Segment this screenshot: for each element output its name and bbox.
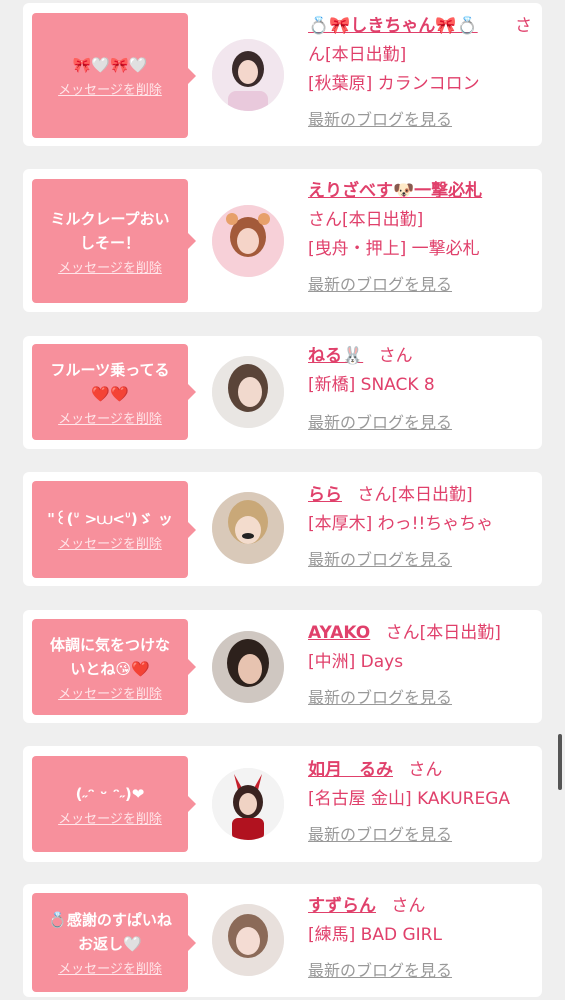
avatar[interactable] <box>212 492 284 564</box>
status-line: さん[本日出勤] <box>308 210 424 230</box>
shop-label: [練馬] BAD GIRL <box>308 925 442 945</box>
message-card: 💍感謝のすぱいね お返し🤍 メッセージを削除 すずらん さん [練馬] BAD … <box>23 884 542 997</box>
delete-message-link[interactable]: メッセージを削除 <box>58 808 162 827</box>
cast-info: えりざべす🐶一撃必札 さん[本日出勤] [曳舟・押上] 一撃必札 最新のブログを… <box>308 177 538 300</box>
cast-name-link[interactable]: らら <box>308 485 342 505</box>
cast-info: 如月 るみ さん [名古屋 金山] KAKUREGA 最新のブログを見る <box>308 756 538 850</box>
cast-name-link[interactable]: AYAKO <box>308 623 370 643</box>
avatar-image <box>212 39 284 111</box>
cast-info: AYAKO さん[本日出勤] [中洲] Days 最新のブログを見る <box>308 619 538 713</box>
message-bubble: "꒰(ᐡ >⩊<ᐡ)ゞ ッ メッセージを削除 <box>32 481 196 578</box>
honorific: さん <box>391 896 426 916</box>
latest-blog-link[interactable]: 最新のブログを見る <box>308 413 452 432</box>
honorific: さ <box>515 16 532 36</box>
message-text: 体調に気をつけな いとね😘❤️ <box>49 635 170 678</box>
cast-info: らら さん[本日出勤] [本厚木] わっ!!ちゃちゃ 最新のブログを見る <box>308 481 538 575</box>
message-bubble: 💍感謝のすぱいね お返し🤍 メッセージを削除 <box>32 893 196 992</box>
shop-label: [曳舟・押上] 一撃必札 <box>308 239 480 259</box>
avatar-image <box>212 356 284 428</box>
delete-message-link[interactable]: メッセージを削除 <box>58 533 162 552</box>
message-bubble: ミルクレープおい しそー！ メッセージを削除 <box>32 179 196 303</box>
delete-message-link[interactable]: メッセージを削除 <box>58 958 162 977</box>
message-card: ミルクレープおい しそー！ メッセージを削除 えりざべす🐶一撃必札 さん[本日出… <box>23 169 542 312</box>
shop-label: [本厚木] わっ!!ちゃちゃ <box>308 514 494 534</box>
delete-message-link[interactable]: メッセージを削除 <box>58 408 162 427</box>
message-bubble: (˶ᵔ ᵕ ᵔ˶)❤︎ メッセージを削除 <box>32 756 196 852</box>
cast-info: ねる🐰 さん [新橋] SNACK 8 最新のブログを見る <box>308 342 538 438</box>
avatar[interactable] <box>212 205 284 277</box>
cast-name-link[interactable]: 💍🎀しきちゃん🎀💍 <box>308 16 478 36</box>
avatar[interactable] <box>212 768 284 840</box>
message-card: 🎀🤍🎀🤍 メッセージを削除 💍🎀しきちゃん🎀💍 さ ん[本日出勤] [秋葉原] … <box>23 3 542 146</box>
scrollbar[interactable] <box>558 734 562 790</box>
message-text: "꒰(ᐡ >⩊<ᐡ)ゞ ッ <box>47 510 173 528</box>
message-card: "꒰(ᐡ >⩊<ᐡ)ゞ ッ メッセージを削除 らら さん[本日出勤] [本厚木]… <box>23 472 542 586</box>
latest-blog-link[interactable]: 最新のブログを見る <box>308 825 452 844</box>
delete-message-link[interactable]: メッセージを削除 <box>58 79 162 98</box>
latest-blog-link[interactable]: 最新のブログを見る <box>308 688 452 707</box>
avatar-image <box>212 631 284 703</box>
avatar[interactable] <box>212 356 284 428</box>
latest-blog-link[interactable]: 最新のブログを見る <box>308 275 452 294</box>
message-bubble: 🎀🤍🎀🤍 メッセージを削除 <box>32 13 196 138</box>
message-card: 体調に気をつけな いとね😘❤️ メッセージを削除 AYAKO さん[本日出勤] … <box>23 610 542 723</box>
message-text: フルーツ乗ってる ❤️❤️ <box>50 360 170 403</box>
status-line: さん[本日出勤] <box>385 623 501 643</box>
message-text: 💍感謝のすぱいね お返し🤍 <box>48 911 172 953</box>
latest-blog-link[interactable]: 最新のブログを見る <box>308 961 452 980</box>
message-text: (˶ᵔ ᵕ ᵔ˶)❤︎ <box>75 784 145 803</box>
cast-name-link[interactable]: すずらん <box>308 896 376 916</box>
shop-label: [秋葉原] カランコロン <box>308 74 480 94</box>
message-card: フルーツ乗ってる ❤️❤️ メッセージを削除 ねる🐰 さん [新橋] SNACK… <box>23 336 542 449</box>
avatar[interactable] <box>212 631 284 703</box>
honorific: さん <box>378 346 413 366</box>
avatar-image <box>212 205 284 277</box>
cast-name-link[interactable]: ねる🐰 <box>308 346 363 366</box>
latest-blog-link[interactable]: 最新のブログを見る <box>308 110 452 129</box>
cast-info: すずらん さん [練馬] BAD GIRL 最新のブログを見る <box>308 892 538 986</box>
message-card: (˶ᵔ ᵕ ᵔ˶)❤︎ メッセージを削除 如月 るみ さん [名古屋 金山] K… <box>23 746 542 862</box>
delete-message-link[interactable]: メッセージを削除 <box>58 683 162 702</box>
shop-label: [名古屋 金山] KAKUREGA <box>308 789 511 809</box>
shop-label: [中洲] Days <box>308 652 404 672</box>
message-text: ミルクレープおい しそー！ <box>50 209 170 252</box>
avatar[interactable] <box>212 904 284 976</box>
message-text: 🎀🤍🎀🤍 <box>72 56 148 74</box>
latest-blog-link[interactable]: 最新のブログを見る <box>308 550 452 569</box>
cast-name-link[interactable]: 如月 るみ <box>308 760 393 780</box>
avatar-image <box>212 904 284 976</box>
cast-name-link[interactable]: えりざべす🐶一撃必札 <box>308 181 482 201</box>
status-line: さん[本日出勤] <box>357 485 473 505</box>
avatar-image <box>212 768 284 840</box>
honorific: さん <box>408 760 443 780</box>
avatar-image <box>212 492 284 564</box>
cast-info: 💍🎀しきちゃん🎀💍 さ ん[本日出勤] [秋葉原] カランコロン 最新のブログを… <box>308 12 538 135</box>
message-bubble: フルーツ乗ってる ❤️❤️ メッセージを削除 <box>32 344 196 440</box>
shop-label: [新橋] SNACK 8 <box>308 375 435 395</box>
message-bubble: 体調に気をつけな いとね😘❤️ メッセージを削除 <box>32 619 196 715</box>
avatar[interactable] <box>212 39 284 111</box>
status-line: ん[本日出勤] <box>308 45 407 65</box>
delete-message-link[interactable]: メッセージを削除 <box>58 257 162 276</box>
